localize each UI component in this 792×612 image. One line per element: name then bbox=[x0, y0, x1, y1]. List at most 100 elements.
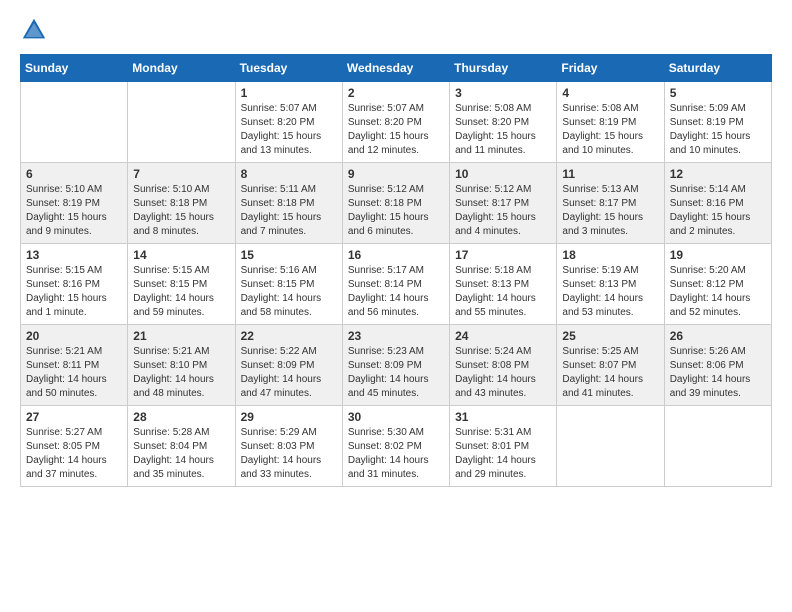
calendar-week-row: 20 Sunrise: 5:21 AMSunset: 8:11 PMDayligh… bbox=[21, 325, 772, 406]
day-info: Sunrise: 5:23 AMSunset: 8:09 PMDaylight:… bbox=[348, 346, 429, 399]
day-number: 24 bbox=[455, 329, 551, 343]
day-info: Sunrise: 5:07 AMSunset: 8:20 PMDaylight:… bbox=[348, 103, 429, 156]
calendar-cell: 26 Sunrise: 5:26 AMSunset: 8:06 PMDayligh… bbox=[664, 325, 771, 406]
day-info: Sunrise: 5:14 AMSunset: 8:16 PMDaylight:… bbox=[670, 184, 751, 237]
calendar-cell: 5Sunrise: 5:09 AMSunset: 8:19 PMDaylight… bbox=[664, 82, 771, 163]
day-number: 13 bbox=[26, 248, 122, 262]
day-info: Sunrise: 5:12 AMSunset: 8:17 PMDaylight:… bbox=[455, 184, 536, 237]
calendar-cell: 21 Sunrise: 5:21 AMSunset: 8:10 PMDayligh… bbox=[128, 325, 235, 406]
calendar-cell: 2Sunrise: 5:07 AMSunset: 8:20 PMDaylight… bbox=[342, 82, 449, 163]
calendar-cell: 7Sunrise: 5:10 AMSunset: 8:18 PMDaylight… bbox=[128, 163, 235, 244]
calendar-week-row: 6 Sunrise: 5:10 AMSunset: 8:19 PMDaylight… bbox=[21, 163, 772, 244]
day-info: Sunrise: 5:17 AMSunset: 8:14 PMDaylight:… bbox=[348, 265, 429, 318]
day-number: 8 bbox=[241, 167, 337, 181]
day-number: 3 bbox=[455, 86, 551, 100]
day-info: Sunrise: 5:21 AMSunset: 8:11 PMDaylight:… bbox=[26, 346, 107, 399]
logo bbox=[20, 16, 52, 44]
calendar-cell: 15Sunrise: 5:16 AMSunset: 8:15 PMDayligh… bbox=[235, 244, 342, 325]
calendar-week-row: 13 Sunrise: 5:15 AMSunset: 8:16 PMDayligh… bbox=[21, 244, 772, 325]
day-number: 21 bbox=[133, 329, 229, 343]
calendar-cell: 30Sunrise: 5:30 AMSunset: 8:02 PMDayligh… bbox=[342, 406, 449, 487]
day-info: Sunrise: 5:21 AMSunset: 8:10 PMDaylight:… bbox=[133, 346, 214, 399]
day-info: Sunrise: 5:10 AMSunset: 8:18 PMDaylight:… bbox=[133, 184, 214, 237]
day-number: 1 bbox=[241, 86, 337, 100]
day-number: 11 bbox=[562, 167, 658, 181]
day-info: Sunrise: 5:16 AMSunset: 8:15 PMDaylight:… bbox=[241, 265, 322, 318]
day-info: Sunrise: 5:20 AMSunset: 8:12 PMDaylight:… bbox=[670, 265, 751, 318]
calendar-cell: 20 Sunrise: 5:21 AMSunset: 8:11 PMDayligh… bbox=[21, 325, 128, 406]
day-info: Sunrise: 5:09 AMSunset: 8:19 PMDaylight:… bbox=[670, 103, 751, 156]
calendar-cell: 22 Sunrise: 5:22 AMSunset: 8:09 PMDayligh… bbox=[235, 325, 342, 406]
day-number: 27 bbox=[26, 410, 122, 424]
day-info: Sunrise: 5:18 AMSunset: 8:13 PMDaylight:… bbox=[455, 265, 536, 318]
calendar-cell bbox=[664, 406, 771, 487]
calendar-cell: 19 Sunrise: 5:20 AMSunset: 8:12 PMDayligh… bbox=[664, 244, 771, 325]
calendar-cell: 3Sunrise: 5:08 AMSunset: 8:20 PMDaylight… bbox=[450, 82, 557, 163]
calendar-cell: 12 Sunrise: 5:14 AMSunset: 8:16 PMDayligh… bbox=[664, 163, 771, 244]
calendar-cell bbox=[557, 406, 664, 487]
calendar-cell: 25 Sunrise: 5:25 AMSunset: 8:07 PMDayligh… bbox=[557, 325, 664, 406]
calendar-cell: 1 Sunrise: 5:07 AMSunset: 8:20 PMDaylight… bbox=[235, 82, 342, 163]
day-number: 29 bbox=[241, 410, 337, 424]
header-friday: Friday bbox=[557, 55, 664, 82]
day-number: 9 bbox=[348, 167, 444, 181]
calendar-week-row: 27Sunrise: 5:27 AMSunset: 8:05 PMDayligh… bbox=[21, 406, 772, 487]
calendar-cell: 18Sunrise: 5:19 AMSunset: 8:13 PMDayligh… bbox=[557, 244, 664, 325]
header-wednesday: Wednesday bbox=[342, 55, 449, 82]
day-info: Sunrise: 5:31 AMSunset: 8:01 PMDaylight:… bbox=[455, 427, 536, 480]
calendar-cell bbox=[21, 82, 128, 163]
header-saturday: Saturday bbox=[664, 55, 771, 82]
calendar-cell: 9 Sunrise: 5:12 AMSunset: 8:18 PMDaylight… bbox=[342, 163, 449, 244]
day-number: 6 bbox=[26, 167, 122, 181]
day-info: Sunrise: 5:08 AMSunset: 8:19 PMDaylight:… bbox=[562, 103, 643, 156]
day-info: Sunrise: 5:30 AMSunset: 8:02 PMDaylight:… bbox=[348, 427, 429, 480]
header-monday: Monday bbox=[128, 55, 235, 82]
calendar-cell: 27Sunrise: 5:27 AMSunset: 8:05 PMDayligh… bbox=[21, 406, 128, 487]
calendar-cell: 10 Sunrise: 5:12 AMSunset: 8:17 PMDayligh… bbox=[450, 163, 557, 244]
calendar-cell: 23 Sunrise: 5:23 AMSunset: 8:09 PMDayligh… bbox=[342, 325, 449, 406]
day-number: 20 bbox=[26, 329, 122, 343]
calendar-cell bbox=[128, 82, 235, 163]
calendar: Sunday Monday Tuesday Wednesday Thursday… bbox=[20, 54, 772, 487]
day-number: 4 bbox=[562, 86, 658, 100]
day-number: 25 bbox=[562, 329, 658, 343]
day-info: Sunrise: 5:25 AMSunset: 8:07 PMDaylight:… bbox=[562, 346, 643, 399]
day-info: Sunrise: 5:29 AMSunset: 8:03 PMDaylight:… bbox=[241, 427, 322, 480]
weekday-header-row: Sunday Monday Tuesday Wednesday Thursday… bbox=[21, 55, 772, 82]
day-number: 16 bbox=[348, 248, 444, 262]
calendar-cell: 31Sunrise: 5:31 AMSunset: 8:01 PMDayligh… bbox=[450, 406, 557, 487]
header-tuesday: Tuesday bbox=[235, 55, 342, 82]
day-info: Sunrise: 5:11 AMSunset: 8:18 PMDaylight:… bbox=[241, 184, 322, 237]
day-number: 19 bbox=[670, 248, 766, 262]
day-info: Sunrise: 5:22 AMSunset: 8:09 PMDaylight:… bbox=[241, 346, 322, 399]
day-number: 23 bbox=[348, 329, 444, 343]
page: Sunday Monday Tuesday Wednesday Thursday… bbox=[0, 0, 792, 612]
calendar-cell: 4 Sunrise: 5:08 AMSunset: 8:19 PMDaylight… bbox=[557, 82, 664, 163]
day-info: Sunrise: 5:13 AMSunset: 8:17 PMDaylight:… bbox=[562, 184, 643, 237]
day-number: 26 bbox=[670, 329, 766, 343]
day-info: Sunrise: 5:26 AMSunset: 8:06 PMDaylight:… bbox=[670, 346, 751, 399]
day-info: Sunrise: 5:24 AMSunset: 8:08 PMDaylight:… bbox=[455, 346, 536, 399]
day-number: 18 bbox=[562, 248, 658, 262]
day-info: Sunrise: 5:07 AMSunset: 8:20 PMDaylight:… bbox=[241, 103, 322, 156]
header-sunday: Sunday bbox=[21, 55, 128, 82]
day-info: Sunrise: 5:28 AMSunset: 8:04 PMDaylight:… bbox=[133, 427, 214, 480]
day-number: 12 bbox=[670, 167, 766, 181]
calendar-cell: 28 Sunrise: 5:28 AMSunset: 8:04 PMDayligh… bbox=[128, 406, 235, 487]
day-number: 22 bbox=[241, 329, 337, 343]
day-info: Sunrise: 5:10 AMSunset: 8:19 PMDaylight:… bbox=[26, 184, 107, 237]
header bbox=[20, 16, 772, 44]
day-info: Sunrise: 5:12 AMSunset: 8:18 PMDaylight:… bbox=[348, 184, 429, 237]
calendar-cell: 17 Sunrise: 5:18 AMSunset: 8:13 PMDayligh… bbox=[450, 244, 557, 325]
day-info: Sunrise: 5:15 AMSunset: 8:16 PMDaylight:… bbox=[26, 265, 107, 318]
day-number: 28 bbox=[133, 410, 229, 424]
day-number: 17 bbox=[455, 248, 551, 262]
calendar-cell: 6 Sunrise: 5:10 AMSunset: 8:19 PMDaylight… bbox=[21, 163, 128, 244]
logo-icon bbox=[20, 16, 48, 44]
calendar-cell: 29 Sunrise: 5:29 AMSunset: 8:03 PMDayligh… bbox=[235, 406, 342, 487]
calendar-cell: 13 Sunrise: 5:15 AMSunset: 8:16 PMDayligh… bbox=[21, 244, 128, 325]
calendar-cell: 24 Sunrise: 5:24 AMSunset: 8:08 PMDayligh… bbox=[450, 325, 557, 406]
day-number: 14 bbox=[133, 248, 229, 262]
day-number: 10 bbox=[455, 167, 551, 181]
calendar-cell: 11 Sunrise: 5:13 AMSunset: 8:17 PMDayligh… bbox=[557, 163, 664, 244]
